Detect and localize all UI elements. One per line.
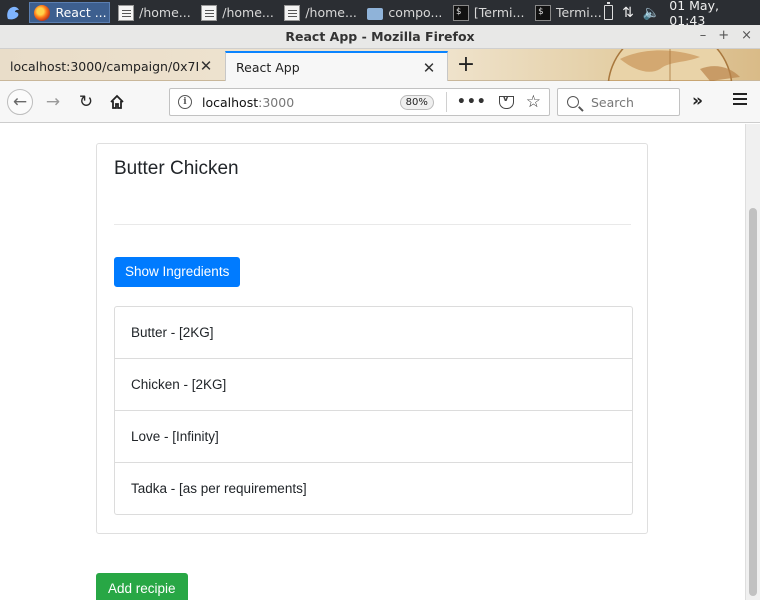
navigation-toolbar: ← → ↻ i localhost:3000 80% ••• ☆ Search … (0, 81, 760, 123)
url-bar[interactable]: i localhost:3000 80% ••• ☆ (169, 88, 550, 116)
arrow-left-icon: ← (12, 92, 28, 112)
back-button[interactable]: ← (7, 89, 33, 115)
overflow-menu-icon[interactable]: ›› (692, 91, 703, 111)
search-placeholder: Search (591, 94, 634, 110)
show-ingredients-button[interactable]: Show Ingredients (114, 257, 241, 287)
taskbar-task-editor-3[interactable]: /home... (280, 2, 359, 23)
desktop-taskbar: React ... /home... /home... /home... com… (0, 0, 760, 28)
list-item: Butter - [2KG] (114, 306, 633, 359)
ingredients-list: Butter - [2KG] Chicken - [2KG] Love - [I… (114, 306, 633, 515)
bookmark-star-icon[interactable]: ☆ (526, 92, 541, 112)
taskbar-task-firefox[interactable]: React ... (29, 2, 111, 23)
window-titlebar: React App - Mozilla Firefox – + × (0, 25, 760, 49)
text-editor-icon (201, 4, 218, 21)
volume-icon[interactable]: 🔈 (643, 5, 660, 21)
taskbar-task-editor-2[interactable]: /home... (197, 2, 276, 23)
close-tab-icon[interactable]: ✕ (421, 59, 437, 77)
taskbar-task-folder[interactable]: compo... (363, 2, 444, 23)
search-icon (567, 96, 579, 108)
text-editor-icon (284, 4, 301, 21)
tab-react-app[interactable]: React App ✕ (225, 51, 448, 82)
theme-globe-decoration (607, 49, 740, 81)
url-text[interactable]: localhost:3000 (202, 95, 400, 110)
taskbar-task-label: /home... (139, 5, 191, 20)
search-bar[interactable]: Search (557, 88, 680, 116)
card-divider (114, 224, 631, 225)
url-port: :3000 (258, 94, 295, 110)
taskbar-task-terminal-2[interactable]: $ Termi... (531, 2, 604, 23)
maximize-icon[interactable]: + (718, 28, 729, 43)
close-tab-icon[interactable]: ✕ (198, 57, 214, 75)
list-item: Tadka - [as per requirements] (114, 462, 633, 515)
system-tray: ⇅ 🔈 01 May, 01:43 (604, 0, 760, 28)
taskbar-task-label: React ... (55, 5, 107, 20)
network-icon[interactable]: ⇅ (622, 5, 634, 21)
reload-icon: ↻ (78, 92, 94, 112)
recipe-title: Butter Chicken (114, 158, 239, 179)
taskbar-task-label: /home... (222, 5, 274, 20)
taskbar-task-label: /home... (305, 5, 357, 20)
page-viewport: Butter Chicken Show Ingredients Butter -… (0, 124, 745, 600)
minimize-icon[interactable]: – (700, 28, 707, 43)
tab-title: React App (236, 60, 300, 75)
vertical-scrollbar[interactable] (745, 124, 760, 600)
home-button[interactable] (104, 89, 130, 115)
terminal-icon: $ (534, 4, 551, 21)
taskbar-task-editor-1[interactable]: /home... (114, 2, 193, 23)
hamburger-menu-icon[interactable] (733, 93, 747, 105)
folder-icon (367, 7, 384, 20)
firefox-icon (34, 4, 51, 21)
taskbar-task-terminal-1[interactable]: $ [Termi... (449, 2, 527, 23)
taskbar-task-label: Termi... (555, 5, 602, 20)
list-item: Love - [Infinity] (114, 410, 633, 463)
url-bar-separator (445, 92, 447, 112)
tab-campaign[interactable]: localhost:3000/campaign/0x7F4C ✕ (0, 51, 224, 81)
zoom-level-badge[interactable]: 80% (399, 94, 434, 110)
recipe-card: Butter Chicken Show Ingredients Butter -… (96, 143, 648, 534)
taskbar-task-label: [Termi... (473, 5, 525, 20)
site-info-icon[interactable]: i (178, 95, 192, 109)
terminal-icon: $ (452, 4, 469, 21)
list-item: Chicken - [2KG] (114, 358, 633, 411)
start-menu-icon[interactable] (0, 0, 25, 25)
window-title: React App - Mozilla Firefox (285, 29, 475, 44)
arrow-right-icon: → (45, 92, 61, 112)
url-host: localhost (202, 94, 259, 110)
new-tab-button[interactable]: + (454, 52, 478, 77)
clock[interactable]: 01 May, 01:43 (669, 0, 756, 28)
reload-button[interactable]: ↻ (73, 89, 99, 115)
scrollbar-thumb[interactable] (749, 208, 757, 596)
taskbar-task-label: compo... (388, 5, 443, 20)
pocket-icon[interactable] (498, 94, 514, 109)
tab-title: localhost:3000/campaign/0x7F4C (10, 58, 198, 74)
tab-strip: localhost:3000/campaign/0x7F4C ✕ React A… (0, 49, 760, 82)
text-editor-icon (118, 4, 135, 21)
page-actions-icon[interactable]: ••• (457, 94, 487, 110)
battery-icon[interactable] (604, 2, 614, 20)
add-recipe-button[interactable]: Add recipie (96, 573, 188, 600)
home-icon (110, 94, 124, 109)
forward-button[interactable]: → (40, 89, 66, 115)
close-window-icon[interactable]: × (741, 28, 752, 43)
